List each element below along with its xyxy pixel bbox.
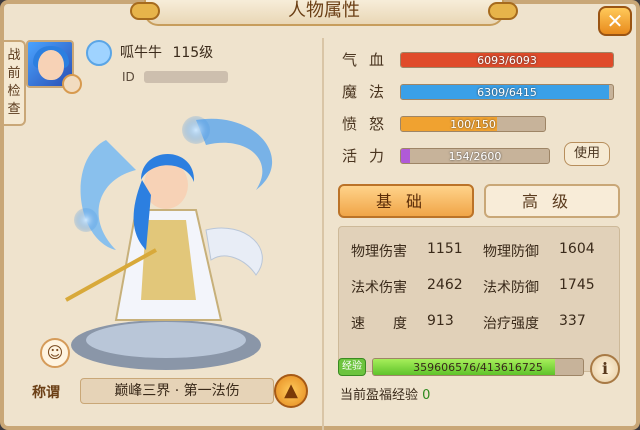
attr-value: 1151 bbox=[427, 241, 463, 257]
pre-battle-check-tab[interactable]: 战 前 检 查 bbox=[4, 40, 26, 126]
attr-value: 1745 bbox=[559, 277, 595, 293]
close-button[interactable]: ✕ bbox=[598, 6, 632, 36]
title-change-button[interactable]: ▲ bbox=[274, 374, 308, 408]
side-tab-char: 查 bbox=[7, 102, 21, 117]
info-icon[interactable]: i bbox=[590, 354, 620, 384]
attr-value: 2462 bbox=[427, 277, 463, 293]
mp-row: 魔法 6309/6415 bbox=[334, 80, 624, 102]
add-friend-icon[interactable]: ☺ bbox=[40, 338, 70, 368]
attr-value: 1604 bbox=[559, 241, 595, 257]
title-value[interactable]: 巅峰三界 · 第一法伤 bbox=[80, 378, 274, 404]
vitality-value: 154/2600 bbox=[448, 150, 502, 163]
banner-ornament-left bbox=[130, 2, 160, 20]
hp-row: 气血 6093/6093 bbox=[334, 48, 624, 70]
bonus-exp-label: 当前盈福经验 bbox=[340, 388, 419, 403]
attr-value: 913 bbox=[427, 313, 454, 329]
attr-label: 速 度 bbox=[351, 316, 407, 332]
player-name: 呱牛牛 bbox=[120, 45, 162, 61]
tab-advanced[interactable]: 高级 bbox=[484, 184, 620, 218]
window-title: 人物属性 bbox=[130, 0, 518, 26]
rage-row: 愤怒 100/150 bbox=[334, 112, 624, 134]
banner-ornament-right bbox=[488, 2, 518, 20]
rage-value: 100/150 bbox=[450, 118, 496, 131]
vitality-bar: 154/2600 bbox=[400, 148, 550, 164]
use-vitality-button[interactable]: 使用 bbox=[564, 142, 610, 166]
side-tab-char: 前 bbox=[7, 66, 21, 81]
attr-label: 法术伤害 bbox=[351, 280, 407, 296]
panel-divider bbox=[322, 38, 324, 430]
title-label: 称谓 bbox=[32, 385, 60, 401]
window-title-text: 人物属性 bbox=[288, 0, 360, 21]
mp-bar: 6309/6415 bbox=[400, 84, 614, 100]
tab-basic[interactable]: 基础 bbox=[338, 184, 474, 218]
attr-label: 物理伤害 bbox=[351, 244, 407, 260]
avatar-face bbox=[38, 50, 64, 80]
player-id-label: ID bbox=[122, 70, 135, 84]
hp-bar: 6093/6093 bbox=[400, 52, 614, 68]
vitality-label: 活力 bbox=[342, 147, 397, 165]
rage-label: 愤怒 bbox=[342, 115, 397, 133]
bonus-exp-row: 当前盈福经验 0 bbox=[340, 384, 430, 403]
player-name-row: 呱牛牛 115级 bbox=[120, 42, 213, 62]
exp-badge: 经验 bbox=[338, 358, 366, 376]
attr-label: 物理防御 bbox=[483, 244, 539, 260]
avatar-badge-icon bbox=[62, 74, 82, 94]
hp-value: 6093/6093 bbox=[477, 54, 537, 67]
player-id-redacted bbox=[144, 71, 228, 83]
player-level: 115级 bbox=[172, 45, 214, 61]
character-display: 呱牛牛 115级 ID ☺ 称谓 巅峰三界 · 第一法伤 ▲ bbox=[26, 30, 322, 430]
side-tab-char: 检 bbox=[7, 84, 21, 99]
attr-label: 治疗强度 bbox=[483, 316, 539, 332]
mp-label: 魔法 bbox=[342, 83, 397, 101]
attribute-grid: 物理伤害 1151 物理防御 1604 法术伤害 2462 法术防御 1745 … bbox=[338, 226, 620, 372]
exp-bar: 359606576/413616725 bbox=[372, 358, 584, 376]
rage-bar: 100/150 bbox=[400, 116, 546, 132]
mp-value: 6309/6415 bbox=[477, 86, 537, 99]
attr-label: 法术防御 bbox=[483, 280, 539, 296]
vitality-row: 活力 154/2600 使用 bbox=[334, 142, 624, 166]
character-panel: 人物属性 ✕ 战 前 检 查 呱牛牛 115级 ID ☺ 称谓 巅峰三界 · 第… bbox=[0, 0, 640, 430]
faction-icon bbox=[86, 40, 112, 66]
exp-value: 359606576/413616725 bbox=[413, 361, 543, 374]
bonus-exp-value: 0 bbox=[422, 388, 431, 403]
hp-label: 气血 bbox=[342, 51, 397, 69]
side-tab-char: 战 bbox=[7, 48, 21, 63]
attr-value: 337 bbox=[559, 313, 586, 329]
hero-character-illustration bbox=[65, 116, 273, 370]
